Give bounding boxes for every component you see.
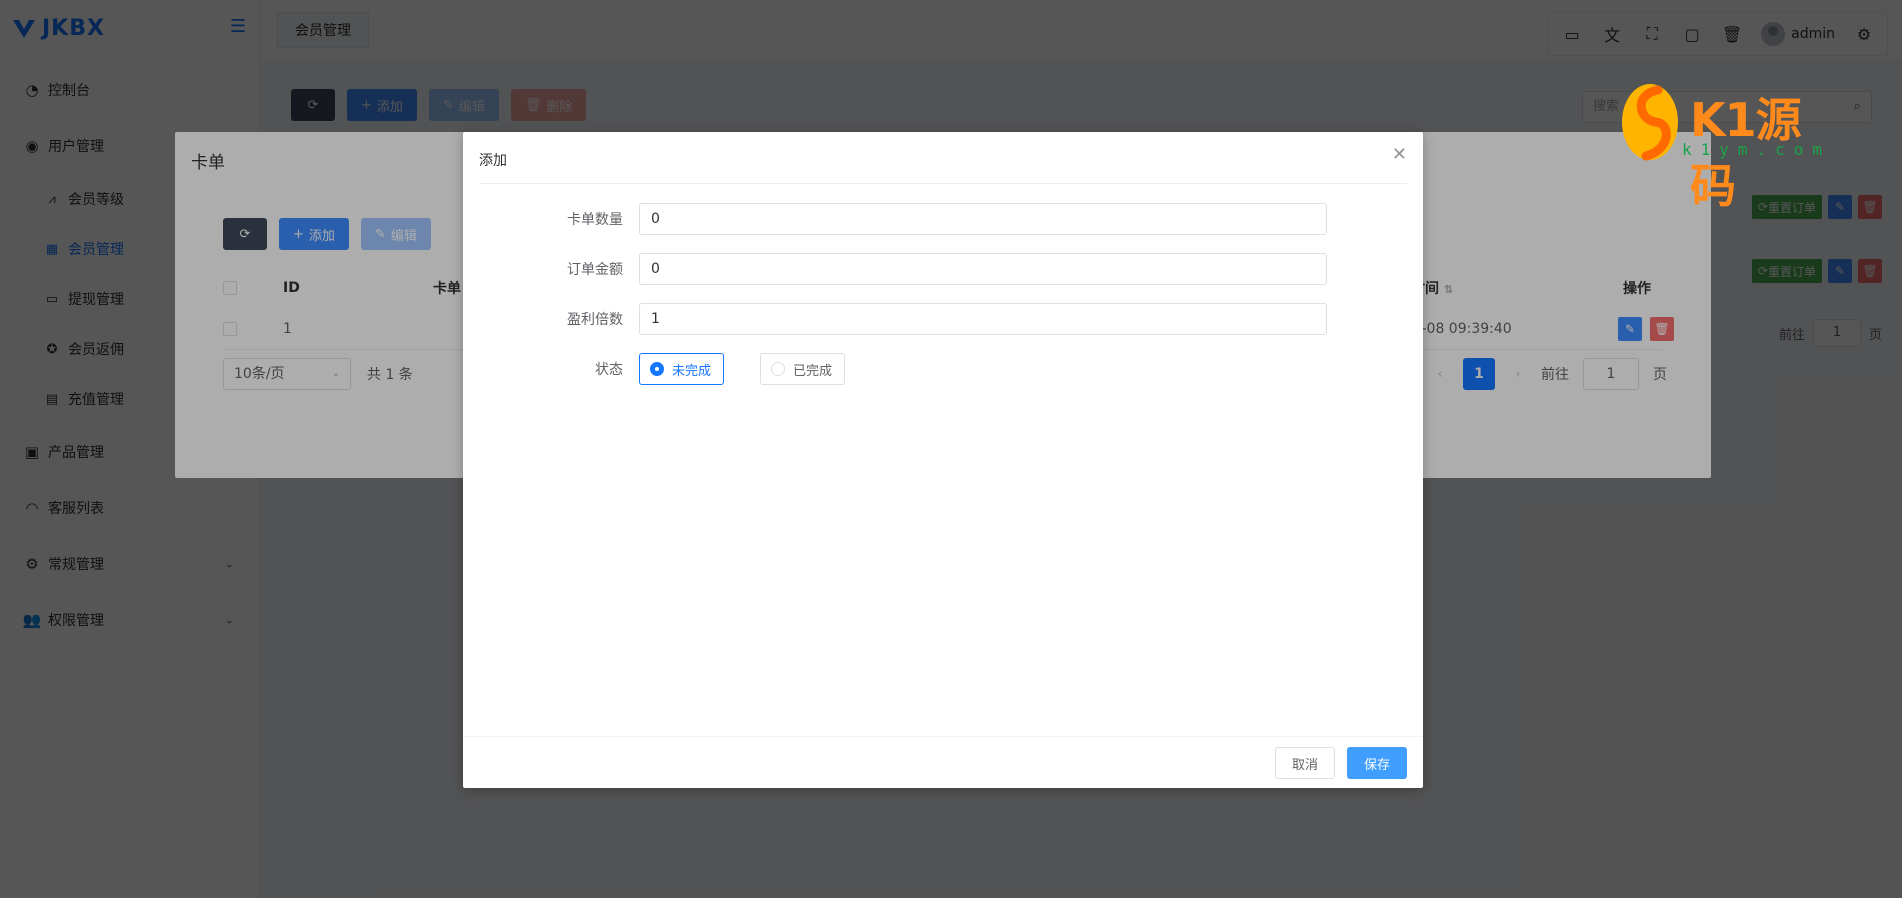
order-amount-label: 订单金额: [567, 262, 623, 278]
watermark-swirl-icon: [1622, 84, 1678, 161]
watermark-logo: K1源码 k1ym.com: [1620, 78, 1822, 213]
status-label: 状态: [595, 362, 623, 378]
form-row-status: 状态 未完成 已完成: [463, 352, 1423, 386]
profit-multiplier-label: 盈利倍数: [567, 312, 623, 328]
status-radio-complete[interactable]: 已完成: [760, 353, 846, 385]
save-button[interactable]: 保存: [1347, 747, 1407, 779]
dialog-footer: 取消 保存: [463, 736, 1423, 788]
close-icon[interactable]: ✕: [1392, 146, 1407, 164]
card-count-label: 卡单数量: [567, 212, 623, 228]
order-amount-input[interactable]: 0: [639, 253, 1327, 285]
add-dialog: 添加 ✕ 卡单数量 0 订单金额 0 盈利倍数 1 状态 未完成 已完成 取消 …: [463, 132, 1423, 788]
cancel-button[interactable]: 取消: [1275, 747, 1335, 779]
status-radio-incomplete[interactable]: 未完成: [639, 353, 725, 385]
dialog-title: 添加: [479, 153, 507, 169]
form-row-profit-multiplier: 盈利倍数 1: [463, 302, 1423, 336]
form-row-order-amount: 订单金额 0: [463, 252, 1423, 286]
radio-unchecked-icon: [771, 362, 785, 376]
radio-checked-icon: [650, 362, 664, 376]
profit-multiplier-input[interactable]: 1: [639, 303, 1327, 335]
radio-label: 已完成: [793, 363, 833, 379]
form-row-card-count: 卡单数量 0: [463, 202, 1423, 236]
dialog-header: 添加 ✕: [479, 132, 1407, 184]
card-count-input[interactable]: 0: [639, 203, 1327, 235]
watermark-subtext: k1ym.com: [1682, 140, 1832, 159]
radio-label: 未完成: [672, 363, 712, 379]
